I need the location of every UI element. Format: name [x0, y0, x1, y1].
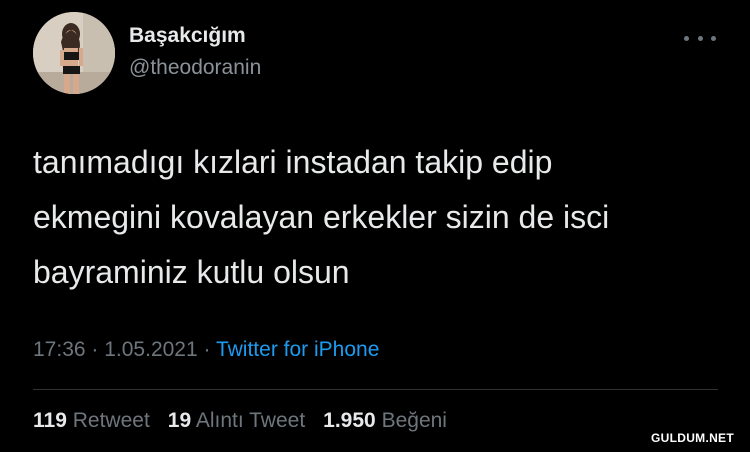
retweets-stat[interactable]: 119 Retweet [33, 409, 150, 433]
more-dot [684, 35, 689, 41]
avatar[interactable] [33, 12, 115, 94]
tweet-stats: 119 Retweet 19 Alıntı Tweet 1.950 Beğeni [33, 409, 447, 433]
quotes-label: Alıntı Tweet [195, 409, 306, 432]
quotes-stat[interactable]: 19 Alıntı Tweet [168, 409, 305, 433]
tweet-meta: 17:36 · 1.05.2021 · Twitter for iPhone [33, 338, 379, 362]
more-dot [697, 35, 703, 41]
meta-separator: · [197, 338, 216, 361]
likes-count: 1.950 [323, 409, 376, 432]
watermark: GULDUM.NET [651, 431, 734, 445]
divider [33, 389, 718, 390]
more-dot [711, 35, 716, 41]
retweets-label: Retweet [72, 409, 150, 432]
quotes-count: 19 [167, 409, 192, 432]
likes-label: Beğeni [381, 409, 447, 432]
tweet-text: tanımadıgı kızlari instadan takip edip e… [33, 144, 610, 290]
more-horizontal-icon[interactable] [684, 30, 716, 46]
meta-separator: · [85, 338, 105, 361]
likes-stat[interactable]: 1.950 Beğeni [323, 409, 447, 433]
user-handle[interactable]: @theodoranin [129, 56, 261, 80]
display-name[interactable]: Başakcığım [129, 24, 246, 48]
retweets-count: 119 [33, 409, 67, 432]
tweet-time[interactable]: 17:36 [33, 338, 86, 361]
tweet-date[interactable]: 1.05.2021 [104, 338, 197, 361]
tweet-source-link[interactable]: Twitter for iPhone [216, 338, 379, 361]
